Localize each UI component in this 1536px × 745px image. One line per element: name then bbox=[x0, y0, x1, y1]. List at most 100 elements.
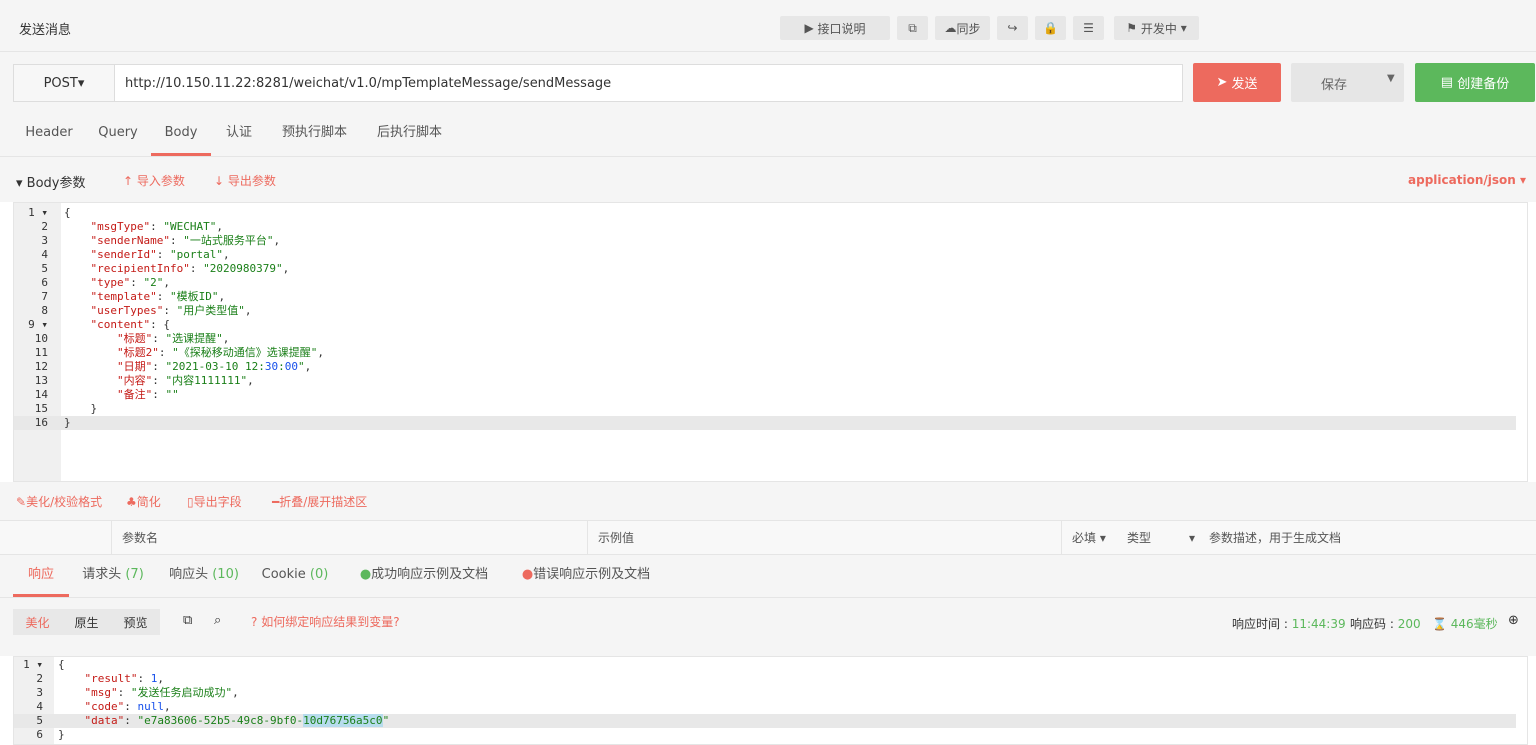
param-name-header: 参数名 bbox=[111, 521, 587, 555]
tab-body[interactable]: Body bbox=[151, 112, 211, 156]
line-number: 11 bbox=[34, 346, 48, 359]
raw-view-button[interactable]: 原生 bbox=[74, 614, 98, 631]
play-icon: ▶ bbox=[804, 21, 818, 35]
save-button[interactable]: 保存 ▼ bbox=[1291, 63, 1404, 102]
search-icon[interactable]: ⌕ bbox=[214, 613, 221, 628]
caret-down-icon: ▾ bbox=[16, 176, 27, 191]
code-line[interactable]: 3 "senderName": "一站式服务平台", bbox=[14, 234, 1516, 248]
code-line[interactable]: 14 "备注": "" bbox=[14, 388, 1516, 402]
pretty-view-button[interactable]: 美化 bbox=[25, 614, 49, 631]
tab-request-headers[interactable]: 请求头 (7) bbox=[78, 555, 148, 597]
line-number: 10 bbox=[34, 332, 48, 345]
question-circle-icon: ? bbox=[251, 615, 262, 629]
line-number: 14 bbox=[34, 388, 48, 401]
tab-response[interactable]: 响应 bbox=[13, 555, 69, 597]
request-tabs: Header Query Body 认证 预执行脚本 后执行脚本 bbox=[0, 112, 1536, 157]
code-line[interactable]: 9 ▾ "content": { bbox=[14, 318, 1516, 332]
response-line[interactable]: 4 "code": null, bbox=[14, 700, 1516, 714]
line-number: 13 bbox=[34, 374, 48, 387]
hourglass-icon: ⌛ bbox=[1432, 617, 1447, 631]
code-line[interactable]: 6 "type": "2", bbox=[14, 276, 1516, 290]
tab-post-script[interactable]: 后执行脚本 bbox=[367, 112, 452, 156]
create-backup-button[interactable]: ▤ 创建备份 bbox=[1415, 63, 1535, 102]
chevron-down-icon[interactable]: ▼ bbox=[1387, 73, 1395, 84]
code-line[interactable]: 1 ▾ { bbox=[14, 206, 1516, 220]
response-line[interactable]: 1 ▾ { bbox=[14, 658, 1516, 672]
tab-query[interactable]: Query bbox=[88, 112, 148, 156]
method-select[interactable]: POST ▾ bbox=[13, 64, 115, 102]
code-line[interactable]: 7 "template": "模板ID", bbox=[14, 290, 1516, 304]
tab-success-examples[interactable]: ●成功响应示例及文档 bbox=[354, 555, 494, 597]
tab-pre-script[interactable]: 预执行脚本 bbox=[272, 112, 357, 156]
response-code-viewer[interactable]: 1 ▾{2 "result": 1, 3 "msg": "发送任务启动成功", 4 … bbox=[13, 656, 1528, 745]
toggle-description-button[interactable]: ━折叠/展开描述区 bbox=[272, 493, 367, 510]
share-button[interactable]: ↪ bbox=[997, 16, 1028, 40]
export-params-button[interactable]: ↓ 导出参数 bbox=[214, 172, 276, 189]
response-line[interactable]: 2 "result": 1, bbox=[14, 672, 1516, 686]
code-line[interactable]: 12 "日期": "2021-03-10 12:30:00", bbox=[14, 360, 1516, 374]
caret-down-icon: ▾ bbox=[1096, 531, 1106, 545]
response-line[interactable]: 3 "msg": "发送任务启动成功", bbox=[14, 686, 1516, 700]
import-params-button[interactable]: ↑ 导入参数 bbox=[123, 172, 185, 189]
line-number: 16 bbox=[34, 416, 48, 429]
tab-error-examples[interactable]: ●错误响应示例及文档 bbox=[516, 555, 656, 597]
code-text: "标题2": "《探秘移动通信》选课提醒", bbox=[116, 346, 324, 359]
response-line[interactable]: 5 "data": "e7a83606-52b5-49c8-9bf0-10d76… bbox=[14, 714, 1516, 728]
database-icon: ▤ bbox=[1440, 75, 1458, 90]
caret-down-icon: ▾ bbox=[1189, 531, 1196, 545]
code-text: "content": { bbox=[90, 318, 170, 331]
code-line[interactable]: 11 "标题2": "《探秘移动通信》选课提醒", bbox=[14, 346, 1516, 360]
code-line[interactable]: 15 } bbox=[14, 402, 1516, 416]
response-line[interactable]: 6} bbox=[14, 728, 1516, 742]
download-icon[interactable]: ⊕ bbox=[1508, 613, 1519, 628]
response-tabs: 响应 请求头 (7) 响应头 (10) Cookie (0) ●成功响应示例及文… bbox=[0, 555, 1536, 598]
line-number: 8 bbox=[41, 304, 48, 317]
url-input[interactable]: http://10.150.11.22:8281/weichat/v1.0/mp… bbox=[114, 64, 1183, 102]
status-dropdown[interactable]: ⚑ 开发中 ▾ bbox=[1114, 16, 1199, 40]
code-text: "type": "2", bbox=[90, 276, 171, 289]
required-header[interactable]: 必填 ▾ bbox=[1061, 521, 1117, 555]
body-params-toggle[interactable]: ▾ Body参数 bbox=[16, 172, 86, 191]
code-line[interactable]: 16} bbox=[14, 416, 1516, 430]
tab-cookie[interactable]: Cookie (0) bbox=[260, 555, 330, 597]
top-bar: 发送消息 ▶ 接口说明 ⧉ ☁ 同步 ↪ 🔒 ☰ ⚑ 开发中 ▾ bbox=[0, 0, 1536, 52]
content-type-dropdown[interactable]: application/json ▾ bbox=[1408, 173, 1526, 187]
response-text: "msg": "发送任务启动成功", bbox=[84, 686, 239, 699]
flag-icon: ⚑ bbox=[1126, 21, 1141, 35]
api-docs-button[interactable]: ▶ 接口说明 bbox=[780, 16, 890, 40]
preview-view-button[interactable]: 预览 bbox=[123, 614, 147, 631]
database-button[interactable]: ☰ bbox=[1073, 16, 1104, 40]
send-icon: ➤ bbox=[1216, 75, 1232, 90]
tab-response-headers[interactable]: 响应头 (10) bbox=[166, 555, 242, 597]
line-number: 2 bbox=[36, 672, 43, 685]
chevron-down-icon: ▾ bbox=[77, 75, 85, 91]
code-line[interactable]: 8 "userTypes": "用户类型值", bbox=[14, 304, 1516, 318]
tab-auth[interactable]: 认证 bbox=[214, 112, 264, 156]
code-text: "msgType": "WECHAT", bbox=[90, 220, 223, 233]
code-line[interactable]: 5 "recipientInfo": "2020980379", bbox=[14, 262, 1516, 276]
tab-header[interactable]: Header bbox=[13, 112, 85, 156]
line-number: 7 bbox=[41, 290, 48, 303]
copy-response-icon[interactable]: ⧉ bbox=[183, 613, 192, 628]
beautify-button[interactable]: ✎美化/校验格式 bbox=[16, 493, 102, 510]
body-code-editor[interactable]: 1 ▾{2 "msgType": "WECHAT", 3 "senderName"… bbox=[13, 202, 1528, 482]
code-text: "recipientInfo": "2020980379", bbox=[90, 262, 290, 275]
code-line[interactable]: 13 "内容": "内容1111111", bbox=[14, 374, 1516, 388]
line-number: 12 bbox=[34, 360, 48, 373]
send-button[interactable]: ➤ 发送 bbox=[1193, 63, 1281, 102]
page-title: 发送消息 bbox=[19, 23, 72, 38]
code-line[interactable]: 4 "senderId": "portal", bbox=[14, 248, 1516, 262]
bind-response-help-link[interactable]: ? 如何绑定响应结果到变量? bbox=[251, 613, 400, 630]
response-text: } bbox=[58, 728, 65, 741]
simplify-button[interactable]: ♣简化 bbox=[126, 493, 161, 510]
sitemap-icon: ♣ bbox=[126, 495, 137, 509]
sync-button[interactable]: ☁ 同步 bbox=[935, 16, 990, 40]
export-fields-button[interactable]: ▯导出字段 bbox=[187, 493, 242, 510]
code-line[interactable]: 10 "标题": "选课提醒", bbox=[14, 332, 1516, 346]
code-text: "template": "模板ID", bbox=[90, 290, 226, 303]
code-line[interactable]: 2 "msgType": "WECHAT", bbox=[14, 220, 1516, 234]
lock-button[interactable]: 🔒 bbox=[1035, 16, 1066, 40]
code-text: "标题": "选课提醒", bbox=[116, 332, 230, 345]
copy-button[interactable]: ⧉ bbox=[897, 16, 928, 40]
type-header[interactable]: 类型 ▾ bbox=[1117, 521, 1199, 555]
